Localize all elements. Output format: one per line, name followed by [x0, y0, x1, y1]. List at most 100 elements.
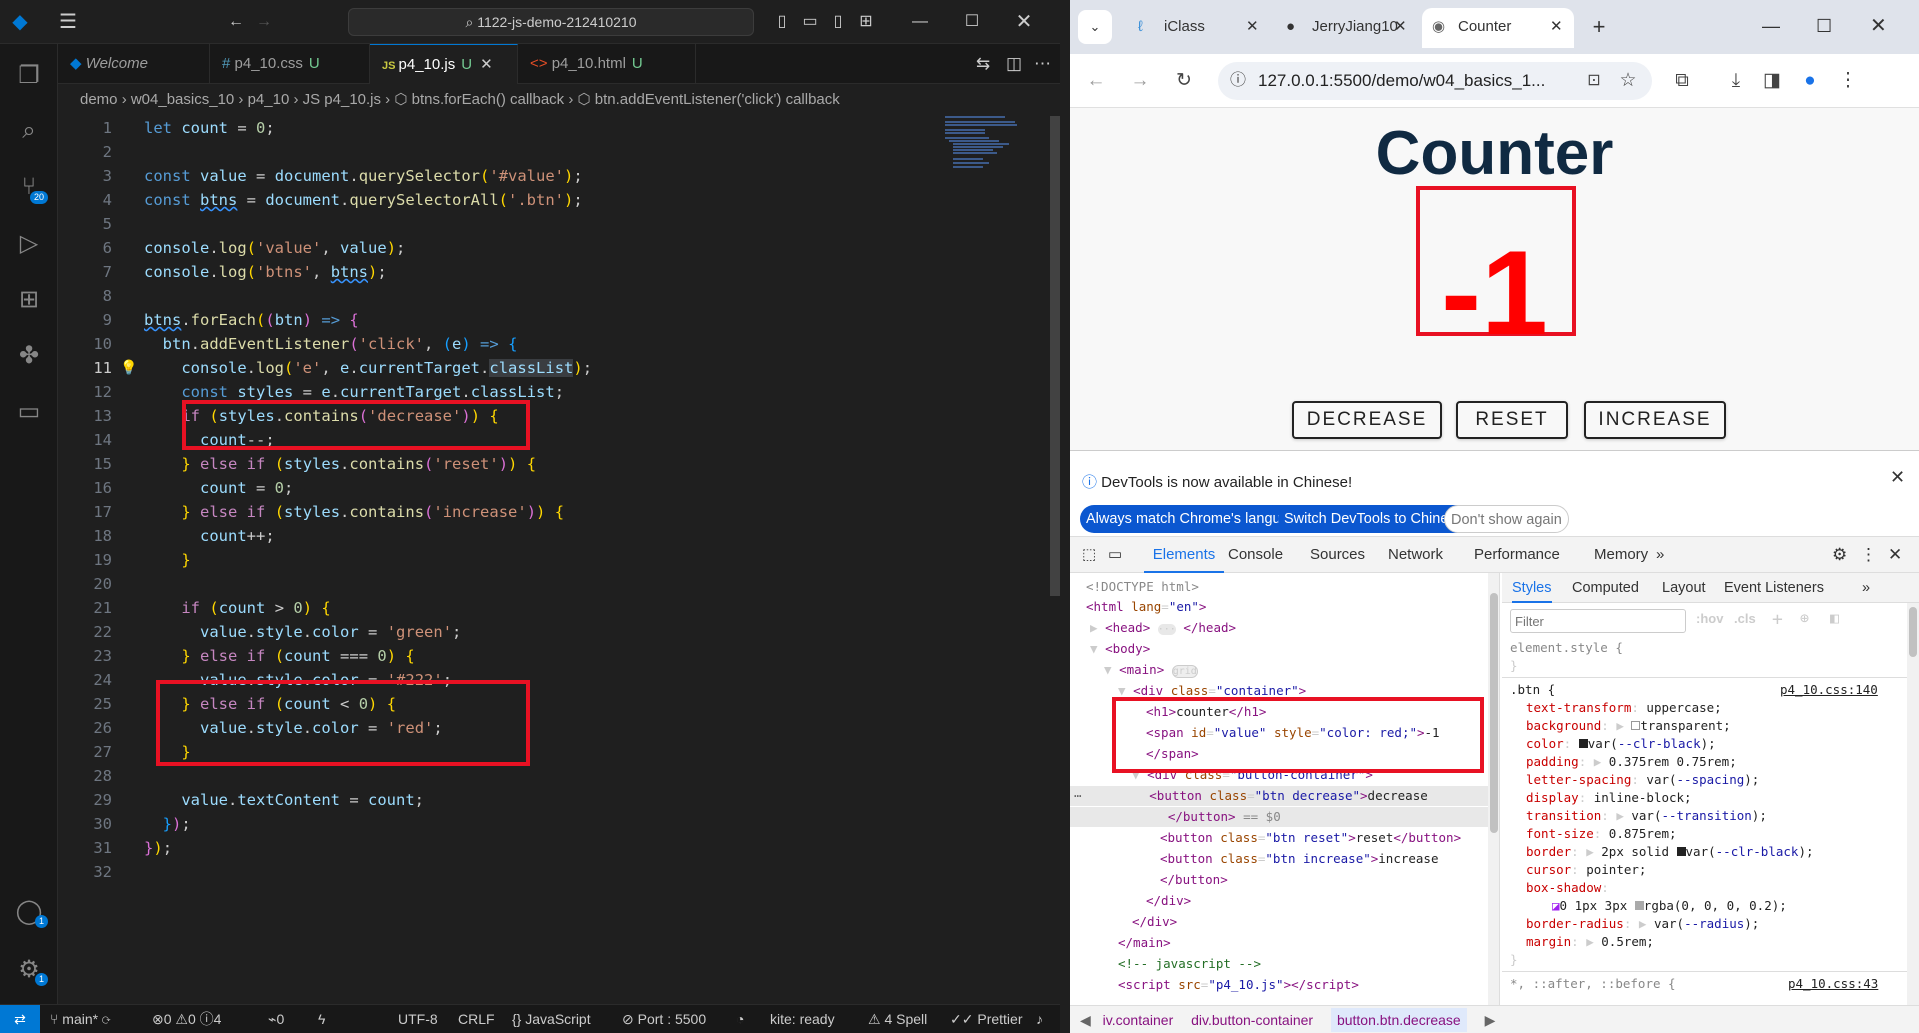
tab-p4-10-html[interactable]: <> p4_10.html U — [518, 44, 696, 84]
new-tab-plus-icon[interactable]: + — [1582, 10, 1616, 44]
dont-show-again-button[interactable]: Don't show again — [1444, 505, 1569, 533]
dom-node[interactable]: <button class="btn reset">reset</button> — [1160, 828, 1461, 848]
site-info-icon[interactable]: ⓘ — [1230, 62, 1246, 100]
forward-arrow-icon[interactable]: → — [1122, 62, 1158, 100]
lightning-icon[interactable]: ϟ — [318, 1005, 325, 1033]
dom-node[interactable]: <!-- javascript --> — [1118, 954, 1261, 974]
paint-brush-icon[interactable]: ⊕ — [1800, 609, 1809, 627]
dom-node[interactable]: <button class="btn increase">increase — [1160, 849, 1439, 869]
close-icon[interactable]: ✕ — [1888, 537, 1902, 573]
translate-icon[interactable]: ⊡ — [1576, 62, 1612, 100]
dom-node[interactable]: </main> — [1118, 933, 1171, 953]
tab-console[interactable]: Console — [1228, 537, 1283, 573]
lightbulb-icon[interactable]: 💡 — [120, 356, 137, 380]
bookmark-star-icon[interactable]: ☆ — [1610, 62, 1646, 100]
dom-node[interactable]: </button> — [1160, 870, 1228, 890]
tab-computed[interactable]: Computed — [1572, 573, 1639, 603]
maximize-icon[interactable]: ☐ — [952, 0, 992, 44]
remote-explorer-icon[interactable]: ▭ — [0, 386, 58, 436]
customize-devtools-icon[interactable]: ⋮ — [1860, 537, 1877, 573]
minimap[interactable] — [945, 116, 1035, 176]
new-style-rule-plus-icon[interactable]: + — [1772, 609, 1783, 630]
extensions-icon[interactable]: ⊞ — [0, 274, 58, 324]
notifications-bell-icon[interactable]: ♪ — [1036, 1005, 1043, 1033]
dom-node[interactable]: ▶ <head> ··· </head> — [1090, 618, 1236, 638]
tab-network[interactable]: Network — [1388, 537, 1443, 573]
close-icon[interactable]: ✕ — [1890, 467, 1905, 488]
language-indicator[interactable]: {} JavaScript — [512, 1005, 591, 1033]
breadcrumb[interactable]: demo › w04_basics_10 › p4_10 › JS p4_10.… — [58, 84, 1060, 116]
more-actions-icon[interactable]: ⋯ — [1034, 44, 1051, 84]
styles-scrollbar[interactable] — [1907, 603, 1919, 1005]
scroll-right-icon[interactable]: ▶ — [1485, 1012, 1496, 1028]
css-source-link[interactable]: p4_10.css:140 — [1780, 681, 1878, 699]
side-panel-icon[interactable]: ◨ — [1754, 62, 1790, 100]
encoding-indicator[interactable]: UTF-8 — [398, 1005, 438, 1033]
cls-toggle[interactable]: .cls — [1734, 611, 1756, 626]
crumb-button-container[interactable]: div.button-container — [1191, 1012, 1313, 1028]
split-editor-icon[interactable]: ◫ — [1006, 44, 1022, 84]
scroll-left-icon[interactable]: ◀ — [1080, 1012, 1091, 1028]
code-editor[interactable]: 1 2 3 4 5 6 7 8 9 10 11 12 13 14 15 16 17 18 19 20 21 22 23 24 2… — [58, 116, 1050, 1004]
tab-sources[interactable]: Sources — [1310, 537, 1365, 573]
elements-scrollbar[interactable] — [1488, 573, 1499, 1005]
dom-node[interactable]: <html lang="en"> — [1086, 597, 1206, 617]
customize-layout-icon[interactable]: ⊞ — [846, 0, 886, 44]
dom-node[interactable]: </div> — [1132, 912, 1177, 932]
chrome-menu-icon[interactable]: ⋮ — [1830, 62, 1866, 100]
dom-node[interactable]: <!DOCTYPE html> — [1086, 577, 1199, 597]
python-icon[interactable]: ✤ — [0, 330, 58, 380]
tab-p4-10-css[interactable]: # p4_10.css U — [210, 44, 370, 84]
reload-icon[interactable]: ↻ — [1166, 62, 1202, 100]
settings-gear-icon[interactable]: ⚙ 1 — [0, 944, 58, 994]
close-icon[interactable]: ✕ — [1870, 0, 1887, 52]
tab-performance[interactable]: Performance — [1474, 537, 1560, 573]
close-icon[interactable]: ✕ — [1550, 8, 1563, 46]
dom-node[interactable]: </div> — [1146, 891, 1191, 911]
inspect-element-icon[interactable]: ⬚ — [1082, 537, 1096, 573]
run-debug-icon[interactable]: ▷ — [0, 218, 58, 268]
prettier-indicator[interactable]: ✓✓ Prettier — [950, 1005, 1022, 1033]
device-toolbar-icon[interactable]: ▭ — [1108, 537, 1122, 573]
search-icon[interactable]: ⌕ — [0, 106, 58, 156]
ports-indicator[interactable]: ⌁0 — [268, 1005, 284, 1033]
close-icon[interactable]: ✕ — [1394, 8, 1407, 46]
compare-icon[interactable]: ⇆ — [976, 44, 990, 84]
switch-to-chinese-button[interactable]: Switch DevTools to Chinese — [1278, 505, 1470, 533]
crumb-button-decrease[interactable]: button.btn.decrease — [1330, 1008, 1467, 1032]
decrease-button[interactable]: DECREASE — [1292, 401, 1442, 439]
more-tabs-chevron-icon[interactable]: » — [1656, 537, 1664, 573]
css-source-link[interactable]: p4_10.css:43 — [1788, 975, 1878, 993]
dom-node[interactable]: ▼ <body> — [1090, 639, 1150, 659]
reset-button[interactable]: RESET — [1456, 401, 1568, 439]
tab-elements[interactable]: Elements — [1144, 537, 1224, 573]
minimize-icon[interactable]: — — [1762, 0, 1780, 52]
remote-indicator-icon[interactable]: ⇄ — [0, 1005, 40, 1033]
close-icon[interactable]: ✕ — [1246, 8, 1259, 46]
maximize-icon[interactable]: ☐ — [1816, 0, 1832, 52]
close-icon[interactable]: ✕ — [1004, 0, 1044, 44]
browser-tab-counter[interactable]: ◉ Counter ✕ — [1422, 8, 1574, 48]
tab-event-listeners[interactable]: Event Listeners — [1724, 573, 1824, 603]
eol-indicator[interactable]: CRLF — [458, 1005, 495, 1033]
increase-button[interactable]: INCREASE — [1584, 401, 1726, 439]
browser-tab-iclass[interactable]: ℓ iClass ✕ — [1128, 8, 1268, 48]
back-arrow-icon[interactable]: ← — [1078, 62, 1114, 100]
forward-arrow-icon[interactable]: → — [244, 0, 284, 44]
hov-toggle[interactable]: :hov — [1696, 611, 1723, 626]
more-tabs-chevron-icon[interactable]: » — [1862, 573, 1870, 603]
accounts-icon[interactable]: ◯ 1 — [0, 886, 58, 936]
dom-node-selected[interactable]: ⋯ <button class="btn decrease">decrease — [1070, 786, 1499, 806]
tab-welcome[interactable]: ◆ Welcome — [58, 44, 210, 84]
kite-indicator[interactable]: kite: ready — [770, 1005, 835, 1033]
computed-sidebar-toggle-icon[interactable]: ◧ — [1830, 609, 1839, 627]
source-control-icon[interactable]: ⑂ 20 — [0, 162, 58, 212]
browser-tab-github[interactable]: ● JerryJiang10 ✕ — [1276, 8, 1416, 48]
command-center[interactable]: ⌕ 1122-js-demo-212410210 — [348, 8, 754, 36]
problems-indicator[interactable]: ⊗0 ⚠0 ⓘ4 — [152, 1005, 221, 1033]
spell-indicator[interactable]: ⚠ 4 Spell — [868, 1005, 927, 1033]
dom-node[interactable]: ▼ <main> grid — [1104, 660, 1198, 680]
extensions-puzzle-icon[interactable]: ⧉ — [1664, 62, 1700, 100]
tab-layout[interactable]: Layout — [1662, 573, 1706, 603]
explorer-icon[interactable]: ❐ — [0, 50, 58, 100]
